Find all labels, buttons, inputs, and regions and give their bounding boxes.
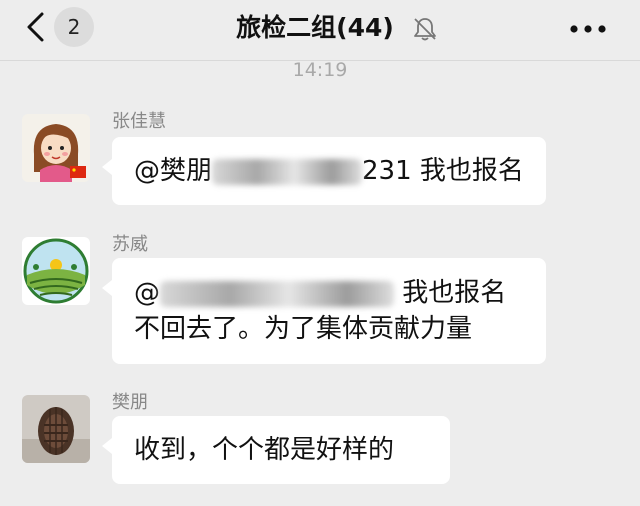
basket-photo-avatar[interactable] (22, 395, 90, 463)
redacted-phone-number (160, 280, 394, 307)
message-text-suffix: 231 我也报名 (362, 156, 524, 186)
message-bubble[interactable]: 收到，个个都是好样的 (102, 416, 450, 484)
message-text-line: 不回去了。为了集体贡献力量 (134, 314, 473, 344)
message-text: 收到，个个都是好样的 (134, 435, 395, 465)
sender-name: 苏威 (112, 234, 148, 255)
message-text-prefix: @ (134, 278, 160, 308)
sender-name: 樊朋 (112, 392, 148, 413)
farm-landscape-avatar[interactable] (22, 237, 90, 305)
more-dots-icon[interactable] (564, 14, 612, 44)
message-text-suffix: 我也报名 (402, 278, 507, 308)
message-bubble[interactable]: @ 我也报名 不回去了。为了集体贡献力量 (102, 258, 546, 364)
bell-muted-icon (414, 18, 436, 41)
chat-header: 2 旅检二组(44) (0, 0, 640, 61)
sender-name: 张佳慧 (112, 111, 166, 132)
redacted-phone-number (212, 158, 363, 185)
cartoon-girl-avatar[interactable] (22, 114, 90, 182)
message-timestamp: 14:19 (292, 59, 348, 81)
chevron-left-icon[interactable] (20, 10, 54, 44)
unread-count-badge[interactable]: 2 (54, 7, 94, 47)
chat-title: 旅检二组(44) (236, 13, 394, 42)
message-bubble[interactable]: @樊朋 231 我也报名 (102, 137, 546, 205)
message-text-prefix: @樊朋 (134, 156, 213, 186)
